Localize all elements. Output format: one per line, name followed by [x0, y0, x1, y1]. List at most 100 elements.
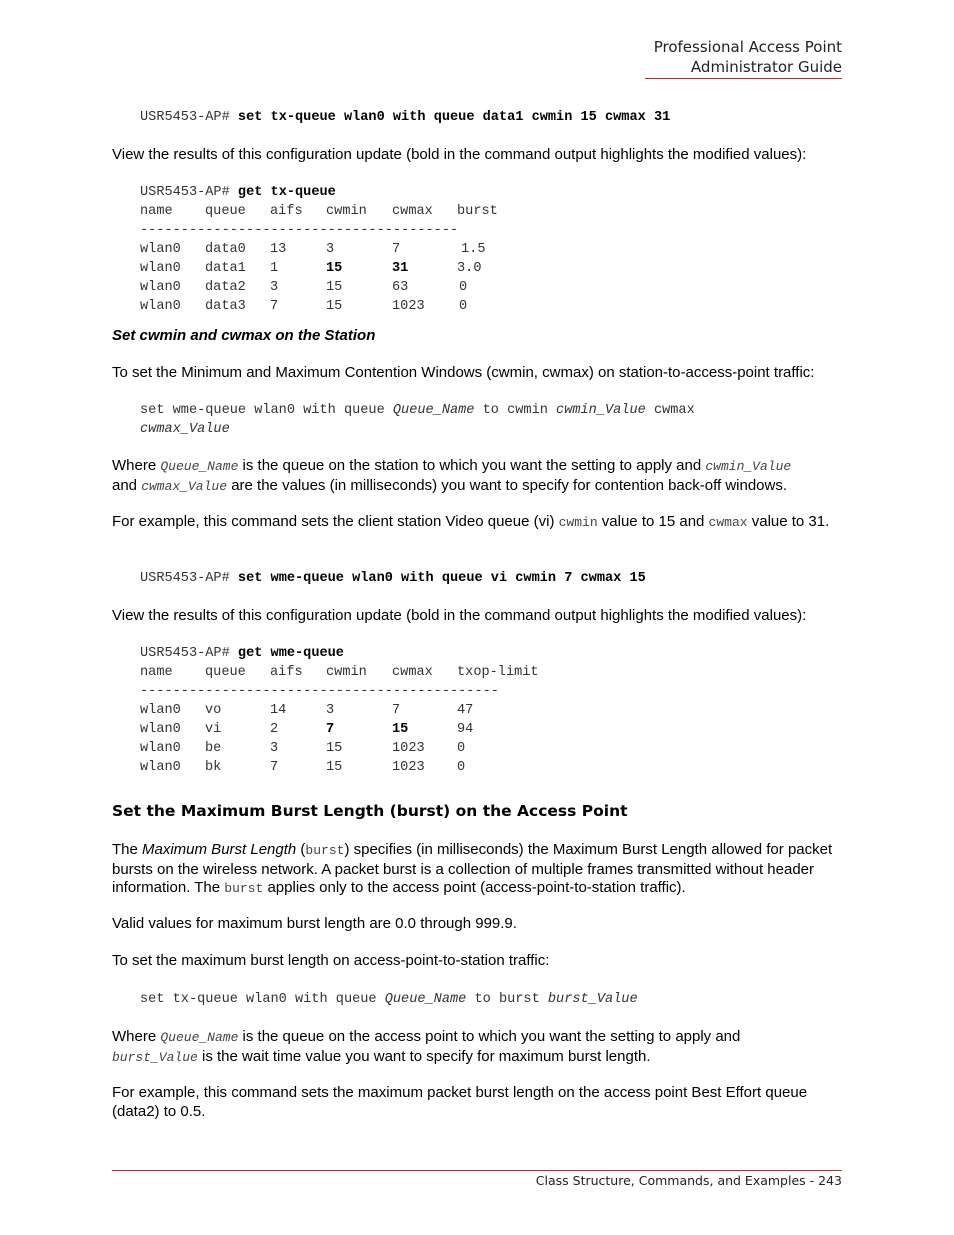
code-syntax-tx-queue-burst: set tx-queue wlan0 with queue Queue_Name… [140, 990, 638, 1009]
column-header: cwmin [326, 665, 367, 680]
code-get-wme-queue: USR5453-AP# get wme-queue [140, 644, 344, 663]
cell: 1 [270, 261, 279, 276]
cell: 1.5 [461, 242, 486, 257]
paragraph-burst-description: The Maximum Burst Length (burst) specifi… [112, 841, 842, 899]
syntax-variable: Queue_Name [392, 403, 475, 418]
table-row: wlan0 bk 7 15 1023 0 [140, 758, 557, 777]
inline-code: burst [224, 881, 264, 896]
cell: data3 [205, 299, 246, 314]
table-header-row: name queue aifs cwmin cwmax txop-limit [140, 663, 557, 682]
cell-modified: 15 [326, 261, 343, 276]
cell: 7 [392, 703, 401, 718]
table-row: wlan0 data2 3 15 63 0 [140, 278, 517, 297]
page-header: Professional Access Point Administrator … [654, 37, 842, 77]
cell: wlan0 [140, 703, 181, 718]
syntax-variable: burst_Value [547, 992, 638, 1007]
syntax-variable: Queue_Name [384, 992, 467, 1007]
cell: 15 [326, 280, 343, 295]
cell: wlan0 [140, 299, 181, 314]
text: Where [112, 1028, 161, 1045]
paragraph-burst-valid-values: Valid values for maximum burst length ar… [112, 915, 517, 932]
cli-prompt: USR5453-AP# [140, 646, 230, 661]
cli-prompt: USR5453-AP# [140, 185, 230, 200]
text: are the values (in milliseconds) you wan… [227, 476, 788, 494]
table-separator-row: --------------------------------------- [140, 221, 517, 240]
cell: wlan0 [140, 280, 181, 295]
cli-command: get wme-queue [237, 646, 344, 661]
cell: 7 [392, 242, 401, 257]
cell: vi [205, 722, 222, 737]
section-heading-station: Set cwmin and cwmax on the Station [112, 327, 376, 344]
cli-prompt: USR5453-AP# [140, 571, 230, 586]
table-header-row: name queue aifs cwmin cwmax burst [140, 202, 517, 221]
syntax-text: to burst [466, 992, 548, 1007]
syntax-text: set wme-queue wlan0 with queue [140, 403, 393, 418]
column-header: aifs [270, 204, 303, 219]
section-heading-burst: Set the Maximum Burst Length (burst) on … [112, 802, 628, 820]
column-header: cwmax [392, 204, 433, 219]
cell-modified: 31 [392, 261, 409, 276]
cell: 1023 [392, 741, 425, 756]
table-row: wlan0 data3 7 15 1023 0 [140, 297, 517, 316]
cell: 0 [459, 280, 468, 295]
paragraph-burst-intro: To set the maximum burst length on acces… [112, 952, 550, 969]
cell: 14 [270, 703, 287, 718]
code-syntax-wme-queue: set wme-queue wlan0 with queue Queue_Nam… [140, 401, 695, 439]
column-header: aifs [270, 665, 303, 680]
column-header: cwmin [326, 204, 367, 219]
cell: 7 [270, 760, 279, 775]
code-get-tx-queue: USR5453-AP# get tx-queue [140, 183, 336, 202]
text: is the wait time value you want to speci… [197, 1047, 651, 1065]
cell: 15 [326, 760, 343, 775]
cli-command: set wme-queue wlan0 with queue vi cwmin … [237, 571, 646, 586]
paragraph-station-where: Where Queue_Name is the queue on the sta… [112, 457, 847, 496]
text: applies only to the access point (access… [263, 879, 686, 896]
syntax-variable: cwmax_Value [140, 422, 230, 437]
cell: wlan0 [140, 261, 181, 276]
column-header: burst [457, 204, 498, 219]
cell-modified: 15 [392, 722, 409, 737]
paragraph-station-intro: To set the Minimum and Maximum Contentio… [112, 364, 815, 381]
table-row: wlan0 data0 13 3 7 1.5 [140, 240, 517, 259]
text: The [112, 841, 143, 858]
syntax-text: cwmax [645, 403, 695, 418]
code-command-set-tx-queue: USR5453-AP# set tx-queue wlan0 with queu… [140, 108, 670, 127]
code-command-set-wme-queue: USR5453-AP# set wme-queue wlan0 with que… [140, 569, 646, 588]
cell: 13 [270, 242, 287, 257]
separator: ----------------------------------------… [140, 684, 499, 699]
column-header: name [140, 665, 173, 680]
text: is the queue on the access point to whic… [238, 1028, 741, 1045]
cell: 1023 [392, 760, 425, 775]
cell: 0 [457, 760, 466, 775]
cell: data0 [205, 242, 246, 257]
column-header: queue [205, 665, 246, 680]
syntax-text: set tx-queue wlan0 with queue [140, 992, 385, 1007]
header-title-line1: Professional Access Point [653, 38, 842, 56]
cell: 3 [326, 242, 335, 257]
cell-modified: 7 [326, 722, 335, 737]
cell: 15 [326, 299, 343, 314]
cell: wlan0 [140, 760, 181, 775]
inline-variable: cwmin_Value [705, 459, 792, 474]
cell: be [205, 741, 222, 756]
syntax-variable: cwmin_Value [556, 403, 646, 418]
paragraph-view-results-1: View the results of this configuration u… [112, 146, 807, 163]
paragraph-burst-example: For example, this command sets the maxim… [112, 1084, 808, 1120]
cell: 3 [326, 703, 335, 718]
paragraph-station-example: For example, this command sets the clien… [112, 513, 842, 533]
cli-command: set tx-queue wlan0 with queue data1 cwmi… [237, 110, 671, 125]
column-header: cwmax [392, 665, 433, 680]
column-header: name [140, 204, 173, 219]
cell: data2 [205, 280, 246, 295]
header-title-line2: Administrator Guide [690, 58, 842, 76]
cell: 1023 [392, 299, 425, 314]
cell: wlan0 [140, 741, 181, 756]
tx-queue-table: name queue aifs cwmin cwmax burst ------… [140, 202, 517, 316]
text: value to 15 and [597, 513, 709, 530]
cell: 3.0 [457, 261, 482, 276]
emphasis: Maximum Burst Length [142, 841, 297, 858]
text: value to 31. [747, 513, 830, 530]
cell: vo [205, 703, 222, 718]
footer-rule [112, 1170, 842, 1171]
cell: 0 [457, 741, 466, 756]
